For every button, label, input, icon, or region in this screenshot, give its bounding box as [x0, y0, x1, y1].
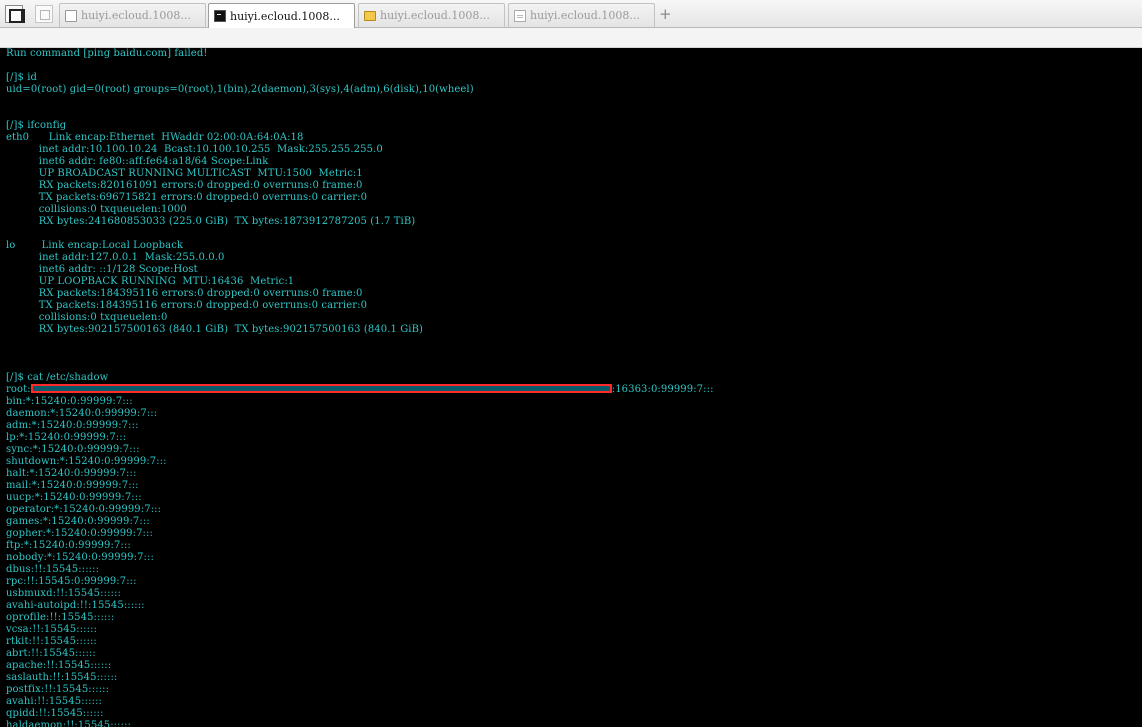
- terminal-line: inet6 addr: ::1/128 Scope:Host: [6, 264, 198, 275]
- shadow-line: lp:*:15240:0:99999:7:::: [6, 432, 127, 443]
- tile-windows-button[interactable]: [35, 5, 53, 23]
- shadow-line: daemon:*:15240:0:99999:7:::: [6, 408, 158, 419]
- shadow-line: games:*:15240:0:99999:7:::: [6, 516, 150, 527]
- shadow-line: rpc:!!:15545:0:99999:7:::: [6, 576, 137, 587]
- shadow-line: rtkit:!!:15545::::::: [6, 636, 97, 647]
- terminal-line: Run command [ping baidu.com] failed!: [6, 48, 208, 59]
- terminal-line: [/]$ cat /etc/shadow: [6, 372, 109, 383]
- shadow-line: operator:*:15240:0:99999:7:::: [6, 504, 162, 515]
- terminal-line: TX packets:184395116 errors:0 dropped:0 …: [6, 300, 368, 311]
- terminal-line: inet addr:127.0.0.1 Mask:255.0.0.0: [6, 252, 225, 263]
- shadow-line: uucp:*:15240:0:99999:7:::: [6, 492, 142, 503]
- terminal-line: lo Link encap:Local Loopback: [6, 240, 184, 251]
- terminal-line: eth0 Link encap:Ethernet HWaddr 02:00:0A…: [6, 132, 304, 143]
- root-suffix: :16363:0:99999:7:::: [611, 384, 714, 395]
- terminal-line: UP BROADCAST RUNNING MULTICAST MTU:1500 …: [6, 168, 363, 179]
- folder-icon: [364, 10, 376, 21]
- terminal-line: inet6 addr: fe80::aff:fe64:a18/64 Scope:…: [6, 156, 269, 167]
- terminal-output[interactable]: Run command [ping baidu.com] failed! [/]…: [0, 48, 1142, 727]
- shadow-line: apache:!!:15545::::::: [6, 660, 112, 671]
- tab-label: huiyi.ecloud.1008...: [380, 9, 490, 22]
- tab-session-2-terminal[interactable]: huiyi.ecloud.1008...: [208, 3, 355, 28]
- terminal-line: RX packets:184395116 errors:0 dropped:0 …: [6, 288, 363, 299]
- terminal-line: RX bytes:902157500163 (840.1 GiB) TX byt…: [6, 324, 424, 335]
- root-prefix: root:: [6, 384, 31, 395]
- shadow-line: bin:*:15240:0:99999:7:::: [6, 396, 133, 407]
- shadow-line: usbmuxd:!!:15545::::::: [6, 588, 121, 599]
- shadow-line: avahi-autoipd:!!:15545::::::: [6, 600, 145, 611]
- shadow-line: dbus:!!:15545::::::: [6, 564, 100, 575]
- terminal-line-root-shadow: root: :16363:0:99999:7:::: [6, 384, 1142, 396]
- shadow-line: avahi:!!:15545::::::: [6, 696, 103, 707]
- tab-label: huiyi.ecloud.1008...: [530, 9, 640, 22]
- tab-label: huiyi.ecloud.1008...: [230, 9, 340, 23]
- shadow-line: adm:*:15240:0:99999:7:::: [6, 420, 139, 431]
- terminal-line: [/]$ id: [6, 72, 38, 83]
- terminal-line: uid=0(root) gid=0(root) groups=0(root),1…: [6, 84, 474, 95]
- shadow-line: mail:*:15240:0:99999:7:::: [6, 480, 139, 491]
- terminal-line: TX packets:696715821 errors:0 dropped:0 …: [6, 192, 368, 203]
- shadow-line: nobody:*:15240:0:99999:7:::: [6, 552, 154, 563]
- shadow-line: ftp:*:15240:0:99999:7:::: [6, 540, 131, 551]
- toolbar-strip: [0, 28, 1142, 48]
- terminal-line: inet addr:10.100.10.24 Bcast:10.100.10.2…: [6, 144, 383, 155]
- tab-session-4-document[interactable]: huiyi.ecloud.1008...: [508, 3, 655, 27]
- shadow-line: halt:*:15240:0:99999:7:::: [6, 468, 137, 479]
- tab-bar: huiyi.ecloud.1008... huiyi.ecloud.1008..…: [0, 0, 1142, 28]
- shadow-line: qpidd:!!:15545::::::: [6, 708, 104, 719]
- shadow-file-lines: bin:*:15240:0:99999:7::: daemon:*:15240:0…: [6, 396, 1142, 727]
- redacted-password-hash: [30, 384, 612, 393]
- window-menu-button[interactable]: [5, 5, 25, 23]
- terminal-lines: Run command [ping baidu.com] failed! [/]…: [6, 48, 1142, 384]
- shadow-line: haldaemon:!!:15545::::::: [6, 720, 132, 727]
- shadow-line: oprofile:!!:15545::::::: [6, 612, 115, 623]
- terminal-line: collisions:0 txqueuelen:1000: [6, 204, 187, 215]
- page-icon: [65, 9, 77, 22]
- tab-session-3-files[interactable]: huiyi.ecloud.1008...: [358, 3, 505, 27]
- tab-label: huiyi.ecloud.1008...: [81, 9, 191, 22]
- new-tab-button[interactable]: +: [659, 6, 672, 22]
- shadow-line: vcsa:!!:15545::::::: [6, 624, 98, 635]
- tab-session-1[interactable]: huiyi.ecloud.1008...: [59, 3, 206, 27]
- shadow-line: shutdown:*:15240:0:99999:7:::: [6, 456, 167, 467]
- terminal-line: RX packets:820161091 errors:0 dropped:0 …: [6, 180, 363, 191]
- terminal-line: collisions:0 txqueuelen:0: [6, 312, 168, 323]
- terminal-line: [/]$ ifconfig: [6, 120, 67, 131]
- shadow-line: sync:*:15240:0:99999:7:::: [6, 444, 140, 455]
- document-icon: [514, 9, 526, 22]
- terminal-line: RX bytes:241680853033 (225.0 GiB) TX byt…: [6, 216, 416, 227]
- shadow-line: abrt:!!:15545::::::: [6, 648, 96, 659]
- terminal-line: UP LOOPBACK RUNNING MTU:16436 Metric:1: [6, 276, 295, 287]
- terminal-icon: [214, 10, 226, 22]
- shadow-line: gopher:*:15240:0:99999:7:::: [6, 528, 153, 539]
- shadow-line: postfix:!!:15545::::::: [6, 684, 110, 695]
- shadow-line: saslauth:!!:15545::::::: [6, 672, 118, 683]
